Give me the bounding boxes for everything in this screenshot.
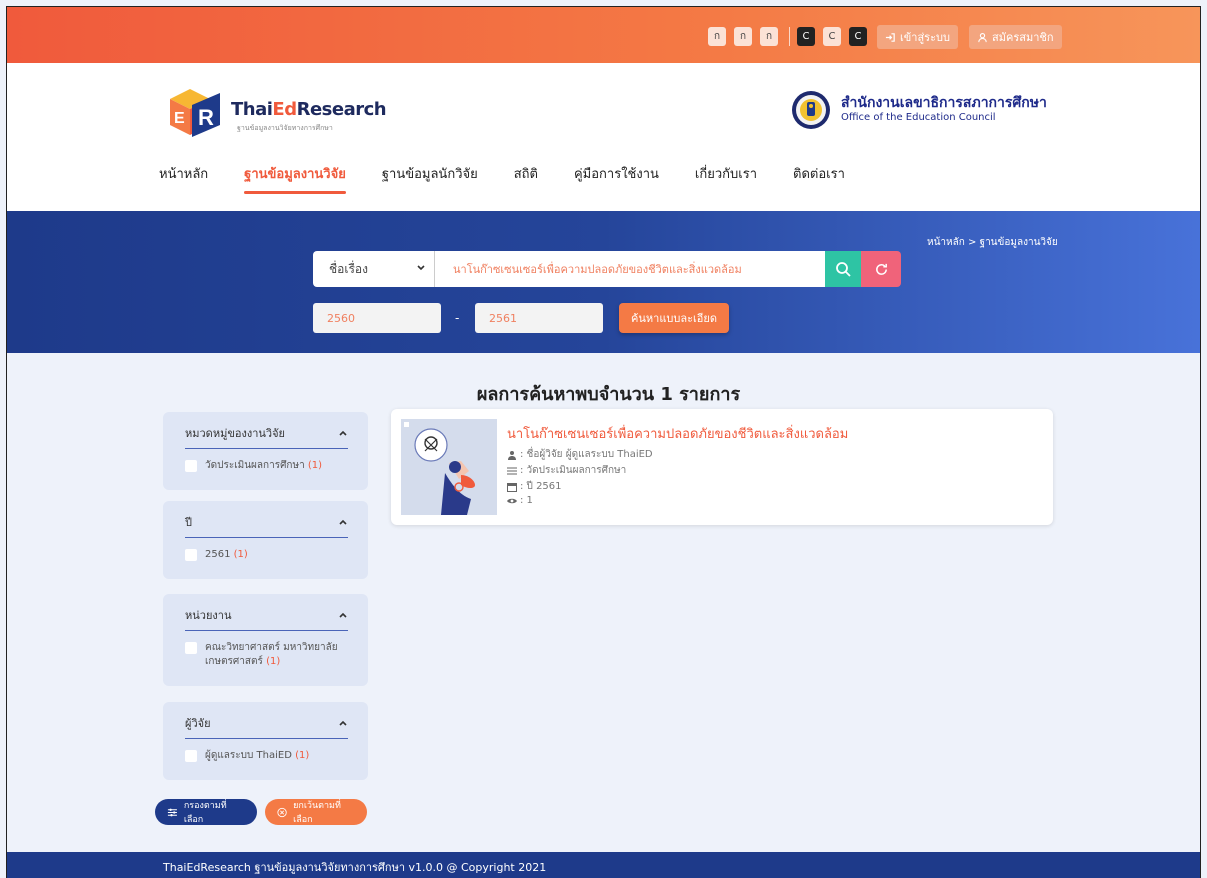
checkbox[interactable] [185, 549, 197, 561]
register-label: สมัครสมาชิก [992, 31, 1054, 44]
svg-text:E: E [174, 110, 185, 127]
org-name-thai: สำนักงานเลขาธิการสภาการศึกษา [841, 95, 1047, 111]
clear-filter-button[interactable]: ยกเว้นตามที่เลือก [265, 799, 367, 825]
chevron-up-icon [339, 519, 347, 525]
oec-seal-icon [792, 91, 830, 129]
result-card[interactable]: นาโนก๊าซเซนเซอร์เพื่อความปลอดภัยของชีวิต… [391, 409, 1053, 525]
checkbox[interactable] [185, 460, 197, 472]
close-circle-icon [277, 807, 287, 817]
reset-button[interactable] [861, 251, 901, 287]
filter-header-year[interactable]: ปี [185, 513, 348, 538]
nav-contact[interactable]: ติดต่อเรา [793, 163, 845, 194]
search-icon [836, 262, 851, 277]
logo-wordmark[interactable]: ThaiEdResearch [231, 99, 387, 120]
calendar-icon [507, 482, 517, 492]
filter-option[interactable]: 2561 (1) [185, 548, 348, 562]
top-bar: ก ก ก C C C เข้าสู่ระบบ สมัครสมาชิก [7, 7, 1200, 63]
login-label: เข้าสู่ระบบ [900, 31, 950, 44]
chevron-up-icon [339, 720, 347, 726]
refresh-icon [875, 263, 887, 275]
login-icon [885, 32, 895, 42]
main-nav: หน้าหลัก ฐานข้อมูลงานวิจัย ฐานข้อมูลนักว… [159, 163, 881, 194]
clear-filter-label: ยกเว้นตามที่เลือก [293, 801, 341, 825]
user-small-icon [508, 450, 516, 460]
search-button[interactable] [825, 251, 861, 287]
chevron-down-icon [417, 265, 425, 271]
topbar-divider [789, 27, 790, 46]
filter-option[interactable]: ผู้ดูแลระบบ ThaiED (1) [185, 749, 348, 763]
year-range-dash: - [455, 311, 460, 325]
nav-manual[interactable]: คู่มือการใช้งาน [574, 163, 659, 194]
filter-title: ปี [185, 516, 192, 529]
nav-research-database[interactable]: ฐานข้อมูลงานวิจัย [244, 163, 346, 194]
font-size-large-button[interactable]: ก [760, 27, 778, 46]
result-count-title: ผลการค้นหาพบจำนวน 1 รายการ [476, 384, 741, 405]
filter-option-label: วัดประเมินผลการศึกษา (1) [205, 460, 323, 471]
search-field-value: ชื่อเรื่อง [329, 261, 368, 276]
thaiedresearch-logo-icon[interactable]: R E [162, 85, 224, 141]
user-icon [978, 32, 987, 42]
chevron-up-icon [339, 430, 347, 436]
footer-copyright: ThaiEdResearch ฐานข้อมูลงานวิจัยทางการศึ… [163, 861, 547, 874]
filter-option-label: 2561 (1) [205, 549, 248, 560]
contrast-high-button[interactable]: C [849, 27, 867, 46]
nav-statistics[interactable]: สถิติ [514, 163, 538, 194]
nav-about[interactable]: เกี่ยวกับเรา [695, 163, 757, 194]
filter-option-label: คณะวิทยาศาสตร์ มหาวิทยาลัยเกษตรศาสตร์ (1… [205, 642, 338, 667]
login-button[interactable]: เข้าสู่ระบบ [877, 25, 958, 49]
result-title-link[interactable]: นาโนก๊าซเซนเซอร์เพื่อความปลอดภัยของชีวิต… [507, 423, 848, 444]
filter-option[interactable]: คณะวิทยาศาสตร์ มหาวิทยาลัยเกษตรศาสตร์ (1… [185, 641, 348, 669]
breadcrumb[interactable]: หน้าหลัก > ฐานข้อมูลงานวิจัย [927, 235, 1058, 250]
filter-title: หน่วยงาน [185, 609, 232, 622]
page-frame: ก ก ก C C C เข้าสู่ระบบ สมัครสมาชิก R E … [6, 6, 1201, 878]
filter-panel-year: ปี 2561 (1) [163, 501, 368, 579]
filter-header-researcher[interactable]: ผู้วิจัย [185, 714, 348, 739]
result-views: : 1 [507, 495, 533, 506]
nav-home[interactable]: หน้าหลัก [159, 163, 208, 194]
filter-header-agency[interactable]: หน่วยงาน [185, 606, 348, 631]
eye-icon [507, 498, 517, 503]
apply-filter-label: กรองตามที่เลือก [183, 801, 227, 825]
year-to-input[interactable]: 2561 [475, 303, 603, 333]
filter-panel-category: หมวดหมู่ของงานวิจัย วัดประเมินผลการศึกษา… [163, 412, 368, 490]
search-field-select[interactable]: ชื่อเรื่อง [313, 251, 435, 287]
filter-option[interactable]: วัดประเมินผลการศึกษา (1) [185, 459, 348, 473]
filter-panel-agency: หน่วยงาน คณะวิทยาศาสตร์ มหาวิทยาลัยเกษตร… [163, 594, 368, 686]
research-thumbnail[interactable] [401, 419, 497, 515]
list-icon [507, 467, 517, 474]
site-footer: ThaiEdResearch ฐานข้อมูลงานวิจัยทางการศึ… [7, 852, 1200, 878]
org-name-english: Office of the Education Council [841, 112, 996, 123]
checkbox[interactable] [185, 642, 197, 654]
svg-text:R: R [198, 105, 214, 130]
year-from-input[interactable]: 2560 [313, 303, 441, 333]
filter-option-label: ผู้ดูแลระบบ ThaiED (1) [205, 750, 310, 761]
chevron-up-icon [339, 612, 347, 618]
result-researcher: : ชื่อผู้วิจัย ผู้ดูแลระบบ ThaiED [507, 447, 653, 462]
logo-subtitle: ฐานข้อมูลงานวิจัยทางการศึกษา [237, 124, 333, 132]
font-size-medium-button[interactable]: ก [734, 27, 752, 46]
apply-filter-button[interactable]: กรองตามที่เลือก [155, 799, 257, 825]
result-year: : ปี 2561 [507, 479, 562, 494]
nav-researcher-database[interactable]: ฐานข้อมูลนักวิจัย [382, 163, 478, 194]
font-size-small-button[interactable]: ก [708, 27, 726, 46]
filter-title: หมวดหมู่ของงานวิจัย [185, 427, 285, 440]
checkbox[interactable] [185, 750, 197, 762]
result-category: : วัดประเมินผลการศึกษา [507, 463, 626, 478]
contrast-light-button[interactable]: C [823, 27, 841, 46]
contrast-dark-button[interactable]: C [797, 27, 815, 46]
search-input[interactable]: นาโนก๊าซเซนเซอร์เพื่อความปลอดภัยของชีวิต… [435, 251, 825, 287]
advanced-search-button[interactable]: ค้นหาแบบละเอียด [619, 303, 729, 333]
site-header: R E ThaiEdResearch ฐานข้อมูลงานวิจัยทางก… [7, 63, 1200, 211]
filter-panel-researcher: ผู้วิจัย ผู้ดูแลระบบ ThaiED (1) [163, 702, 368, 780]
search-band: หน้าหลัก > ฐานข้อมูลงานวิจัย ชื่อเรื่อง … [7, 211, 1200, 353]
filter-header-category[interactable]: หมวดหมู่ของงานวิจัย [185, 424, 348, 449]
filter-title: ผู้วิจัย [185, 717, 211, 730]
sliders-icon [167, 808, 177, 816]
register-button[interactable]: สมัครสมาชิก [969, 25, 1062, 49]
